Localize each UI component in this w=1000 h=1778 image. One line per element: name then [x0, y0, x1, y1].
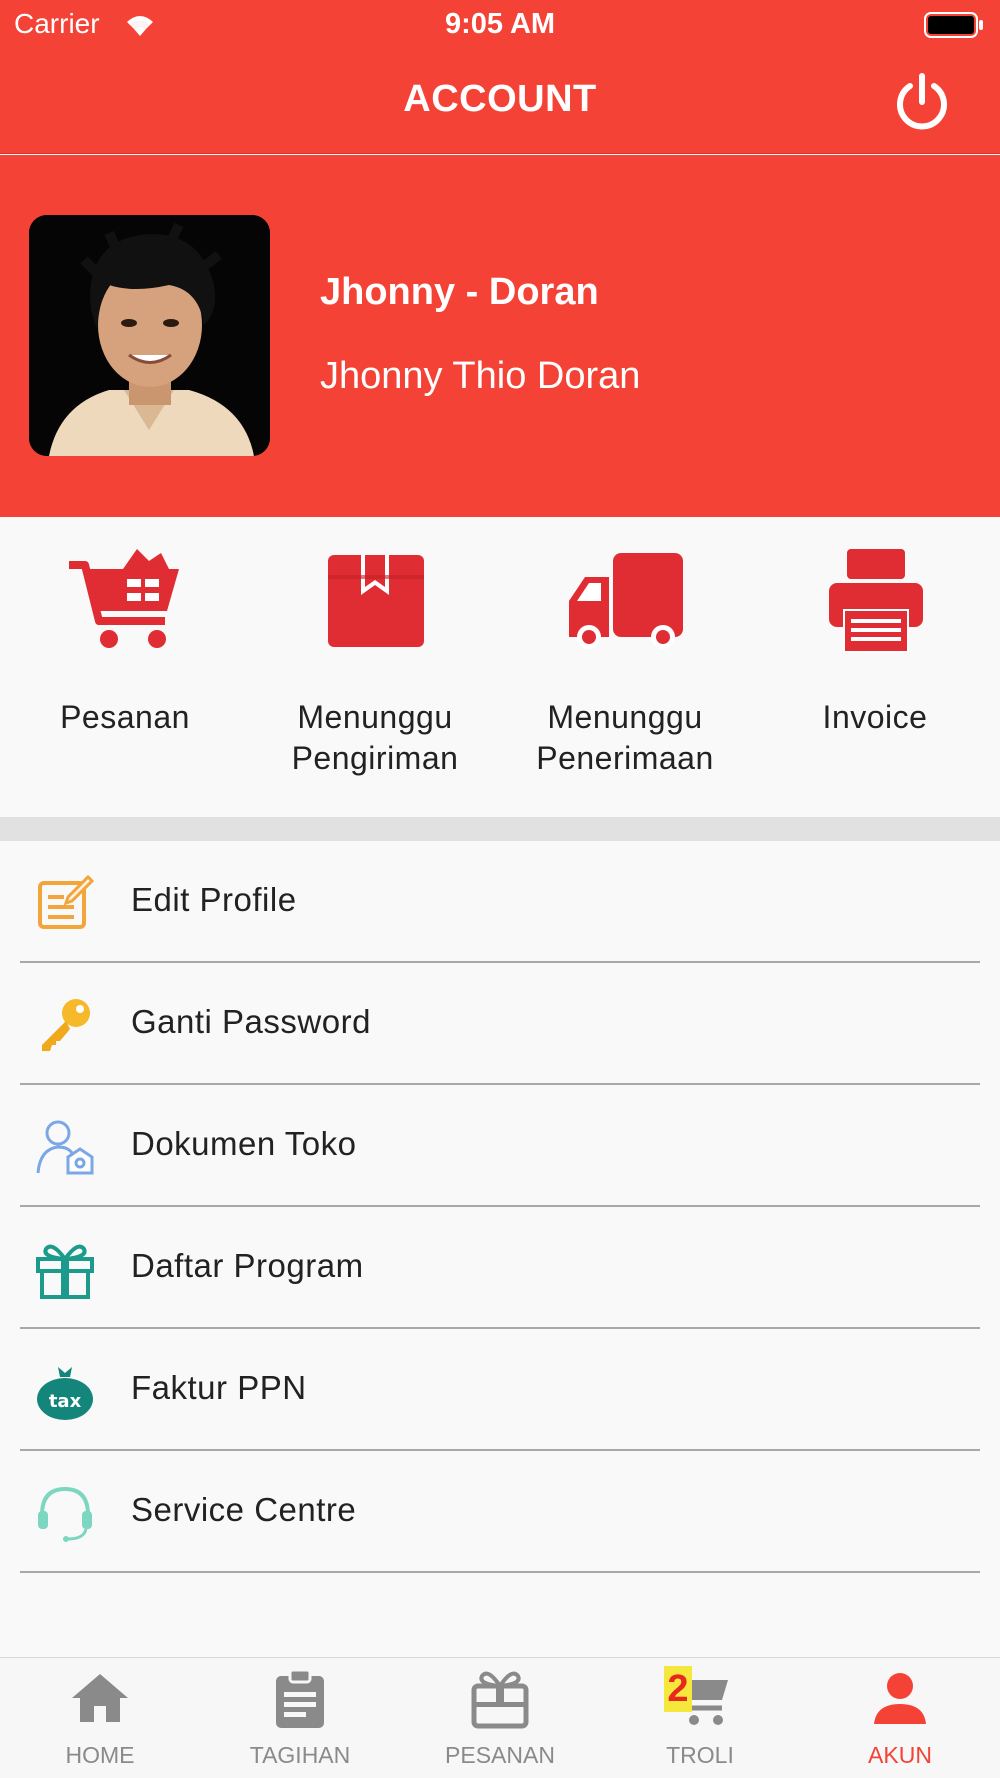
power-icon[interactable] — [890, 70, 954, 134]
tab-akun[interactable]: AKUN — [800, 1658, 1000, 1778]
gift-box-icon — [471, 1671, 529, 1729]
user-document-icon — [36, 1120, 94, 1175]
tab-label: HOME — [65, 1742, 135, 1768]
tab-home[interactable]: HOME — [0, 1658, 200, 1778]
profile-header: Jhonny - Doran Jhonny Thio Doran — [0, 155, 1000, 517]
menu-item-label: Dokumen Toko — [131, 1125, 357, 1162]
key-icon — [42, 999, 90, 1051]
package-icon — [328, 555, 424, 647]
menu-item-label: Service Centre — [131, 1491, 357, 1528]
battery-icon — [924, 12, 983, 38]
tab-tagihan[interactable]: TAGIHAN — [200, 1658, 400, 1778]
headset-icon — [38, 1486, 92, 1542]
cart-icon — [69, 549, 179, 648]
menu-item-label: Ganti Password — [131, 1003, 371, 1040]
truck-icon — [569, 553, 683, 649]
tab-troli[interactable]: 2 TROLI — [600, 1658, 800, 1778]
tax-bag-icon: tax — [37, 1367, 93, 1420]
cart-count-badge: 2 — [664, 1666, 692, 1712]
account-screen: Carrier 9:05 AM ACCOUNT Jhonny - Doran J… — [0, 0, 1000, 1778]
order-shortcut-menunggu-penerimaan[interactable]: Menunggu Penerimaan — [500, 547, 750, 777]
profile-username: Jhonny - Doran — [320, 271, 599, 313]
person-icon — [874, 1673, 926, 1724]
account-menu: Edit Profile Ganti Password Dokumen Toko — [0, 841, 1000, 1573]
section-divider — [0, 817, 1000, 841]
clipboard-icon — [276, 1668, 324, 1728]
avatar-photo — [29, 215, 270, 456]
gift-icon — [36, 1244, 94, 1299]
tab-label: TROLI — [666, 1742, 734, 1768]
order-shortcut-menunggu-pengiriman[interactable]: Menunggu Pengiriman — [250, 547, 500, 777]
tab-pesanan[interactable]: PESANAN — [400, 1658, 600, 1778]
profile-full-name: Jhonny Thio Doran — [320, 355, 641, 397]
menu-item-daftar-program[interactable]: Daftar Program — [0, 1207, 1000, 1329]
order-shortcut-invoice[interactable]: Invoice — [750, 547, 1000, 777]
avatar[interactable] — [29, 215, 270, 456]
svg-text:tax: tax — [49, 1391, 82, 1412]
menu-item-label: Faktur PPN — [131, 1369, 307, 1406]
menu-item-faktur-ppn[interactable]: tax Faktur PPN — [0, 1329, 1000, 1451]
order-status-section: Pesanan Menunggu Pengiriman Menunggu Pen… — [0, 517, 1000, 817]
printer-icon — [829, 549, 923, 653]
menu-item-dokumen-toko[interactable]: Dokumen Toko — [0, 1085, 1000, 1207]
tab-label: AKUN — [868, 1742, 932, 1768]
menu-item-edit-profile[interactable]: Edit Profile — [0, 841, 1000, 963]
status-bar: Carrier 9:05 AM — [0, 0, 1000, 50]
tab-bar: HOME TAGIHAN PESANAN 2 TROLI AKUN — [0, 1657, 1000, 1778]
edit-icon — [38, 874, 95, 929]
menu-item-ganti-password[interactable]: Ganti Password — [0, 963, 1000, 1085]
order-shortcut-label: Invoice — [822, 699, 928, 735]
page-title: ACCOUNT — [403, 78, 597, 120]
tab-label: TAGIHAN — [249, 1742, 351, 1768]
nav-bar: ACCOUNT — [0, 50, 1000, 154]
order-shortcut-label: Pesanan — [60, 699, 190, 735]
clock: 9:05 AM — [444, 8, 556, 40]
order-shortcut-pesanan[interactable]: Pesanan — [0, 547, 250, 777]
tab-label: PESANAN — [445, 1742, 555, 1768]
menu-item-label: Daftar Program — [131, 1247, 364, 1284]
menu-item-service-centre[interactable]: Service Centre — [0, 1451, 1000, 1573]
menu-item-label: Edit Profile — [131, 881, 297, 918]
home-icon — [72, 1674, 128, 1722]
order-shortcut-label: Menunggu Penerimaan — [536, 699, 714, 776]
order-shortcut-label: Menunggu Pengiriman — [291, 699, 459, 776]
